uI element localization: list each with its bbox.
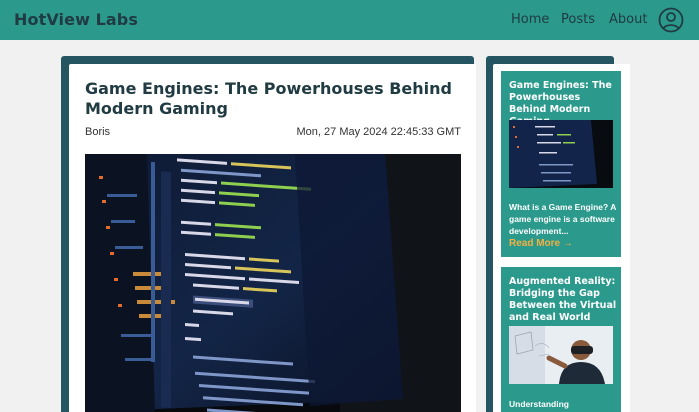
nav-home[interactable]: Home <box>511 12 549 27</box>
read-more-link[interactable]: Read More → <box>509 238 573 249</box>
article-author: Boris <box>85 126 111 138</box>
site-header: HotView Labs Home Posts About <box>0 0 699 40</box>
sidebar-post-excerpt: What is a Game Engine? A game engine is … <box>509 202 617 236</box>
sidebar-post-card[interactable]: Game Engines: The Powerhouses Behind Mod… <box>501 71 621 257</box>
sidebar-post-title[interactable]: Augmented Reality: Bridging the Gap Betw… <box>509 276 617 324</box>
nav-about[interactable]: About <box>609 12 647 27</box>
article-date: Mon, 27 May 2024 22:45:33 GMT <box>296 126 461 138</box>
sidebar-post-thumbnail <box>509 120 613 188</box>
article-title: Game Engines: The Powerhouses Behind Mod… <box>85 79 452 118</box>
person-with-vr-headset-photo <box>509 326 613 384</box>
laptop-code-editor-photo <box>85 154 461 412</box>
sidebar-post-thumbnail <box>509 326 613 384</box>
brand-logo[interactable]: HotView Labs <box>14 10 138 29</box>
user-circle-icon[interactable] <box>658 7 684 33</box>
nav-posts[interactable]: Posts <box>561 12 595 27</box>
article-image <box>85 154 461 412</box>
sidebar-post-card[interactable]: Augmented Reality: Bridging the Gap Betw… <box>501 267 621 412</box>
laptop-code-editor-photo <box>509 120 613 188</box>
sidebar-post-excerpt: Understanding Augmented Reality <box>509 399 586 412</box>
